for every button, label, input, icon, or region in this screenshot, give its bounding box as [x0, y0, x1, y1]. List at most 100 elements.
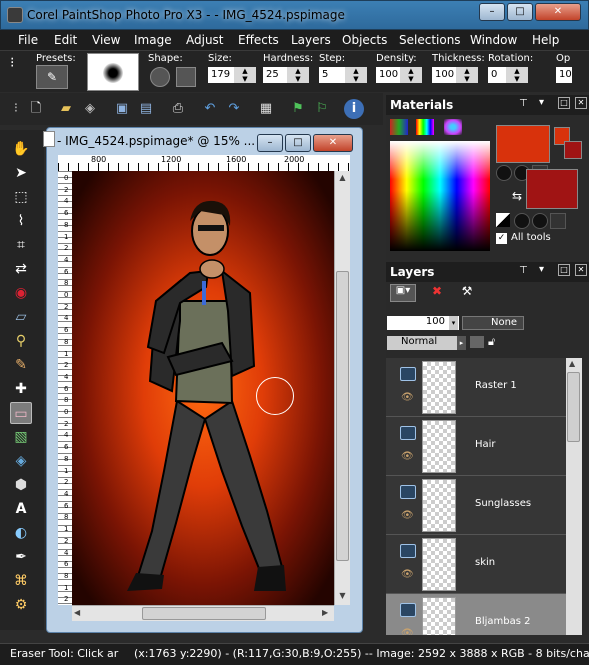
visibility-eye-icon[interactable]: 👁︎ — [401, 569, 414, 580]
density-input[interactable]: 100 — [376, 67, 400, 83]
swap-colors-icon[interactable]: ⇆ — [512, 189, 522, 203]
picture-tube-tool-icon[interactable]: ▧ — [10, 426, 32, 448]
layer-row-bljambas-2[interactable]: 👁︎ Bljambas 2 — [386, 594, 566, 635]
layer-row-sunglasses[interactable]: 👁︎ Sunglasses — [386, 476, 566, 535]
scroll-down-icon[interactable]: ▼ — [337, 591, 348, 601]
square-shape-button[interactable] — [176, 67, 196, 87]
paint-brush-tool-icon[interactable]: ✎ — [10, 354, 32, 376]
all-tools-checkbox[interactable]: ✓ — [496, 233, 507, 244]
help-icon[interactable]: i — [344, 99, 364, 119]
print-icon[interactable]: ⎙ — [168, 99, 188, 119]
rainbow-tab-icon[interactable] — [416, 119, 434, 135]
toolbar-grip-icon[interactable]: ⁝ — [6, 99, 26, 119]
organizer-icon[interactable]: ⚑ — [288, 99, 308, 119]
thickness-spinner[interactable]: ▲ ▼ — [456, 67, 478, 83]
layers-close-icon[interactable]: ✕ — [575, 264, 587, 276]
layers-scroll-thumb[interactable] — [567, 372, 580, 442]
layers-menu-icon[interactable]: ▾ — [539, 264, 544, 275]
color-spectrum[interactable] — [390, 141, 490, 251]
bg-gradient-icon[interactable] — [532, 213, 548, 229]
reset-colors-icon[interactable] — [496, 213, 510, 227]
layer-properties-icon[interactable]: ⚒ — [458, 284, 476, 302]
rotation-input[interactable]: 0 — [488, 67, 506, 83]
text-tool-icon[interactable]: A — [10, 498, 32, 520]
menu-window[interactable]: Window — [470, 33, 517, 47]
save-icon[interactable]: ▣ — [112, 99, 132, 119]
mask-dropdown[interactable]: None — [462, 316, 524, 330]
pan-tool-icon[interactable]: ✋ — [10, 138, 32, 160]
scroll-up-icon[interactable]: ▲ — [337, 173, 348, 183]
redo-icon[interactable]: ↷ — [224, 99, 244, 119]
undo-icon[interactable]: ↶ — [200, 99, 220, 119]
opacity-dropdown-icon[interactable]: ▾ — [449, 316, 458, 330]
layers-pin-icon[interactable]: ⊤ — [519, 265, 528, 276]
eraser-preset-icon[interactable]: ✎ — [36, 65, 68, 89]
visibility-eye-icon[interactable]: 👁︎ — [401, 510, 414, 521]
red-eye-tool-icon[interactable]: ◉ — [10, 282, 32, 304]
doc-minimize-button[interactable]: – — [257, 134, 283, 152]
dropper-tool-icon[interactable]: ⌇ — [10, 210, 32, 232]
scroll-right-icon[interactable]: ▶ — [322, 608, 332, 617]
browse-icon[interactable]: ◈ — [80, 99, 100, 119]
blend-mode-dropdown[interactable]: Normal — [387, 336, 457, 350]
step-input[interactable]: 5 — [319, 67, 345, 83]
palette-menu-icon[interactable]: ▾ — [539, 97, 544, 108]
menu-layers[interactable]: Layers — [291, 33, 331, 47]
visibility-eye-icon[interactable]: 👁︎ — [401, 628, 414, 635]
hardness-input[interactable]: 25 — [263, 67, 287, 83]
eraser-tool-icon[interactable]: ▭ — [10, 402, 32, 424]
dodge-tool-icon[interactable]: ✚ — [10, 378, 32, 400]
share-icon[interactable]: ⚐ — [312, 99, 332, 119]
texture-toggle-icon[interactable] — [496, 165, 512, 181]
warp-brush-tool-icon[interactable]: ⌘ — [10, 570, 32, 592]
open-folder-icon[interactable]: ▰ — [56, 99, 76, 119]
bg-pattern-icon[interactable] — [550, 213, 566, 229]
palette-close-icon[interactable]: ✕ — [575, 97, 587, 109]
clone-tool-icon[interactable]: ⚲ — [10, 330, 32, 352]
layer-row-hair[interactable]: 👁︎ Hair — [386, 417, 566, 476]
color-replacer-tool-icon[interactable]: ⬢ — [10, 474, 32, 496]
background-small-swatch[interactable] — [564, 141, 582, 159]
hardness-spinner[interactable]: ▲ ▼ — [287, 67, 309, 83]
layer-lock-icon[interactable]: 🔓︎ — [488, 335, 495, 349]
maximize-button[interactable]: □ — [507, 3, 533, 21]
palette-restore-icon[interactable]: □ — [558, 97, 570, 109]
screenshot-icon[interactable]: ▦ — [256, 99, 276, 119]
layers-restore-icon[interactable]: □ — [558, 264, 570, 276]
visibility-eye-icon[interactable]: 👁︎ — [401, 451, 414, 462]
horizontal-scroll-thumb[interactable] — [142, 607, 266, 620]
menu-view[interactable]: View — [92, 33, 120, 47]
rotation-spinner[interactable]: ▲ ▼ — [506, 67, 528, 83]
menu-adjust[interactable]: Adjust — [186, 33, 224, 47]
mesh-warp-tool-icon[interactable]: ⚙ — [10, 594, 32, 616]
blend-mode-arrow-icon[interactable]: ▸ — [457, 336, 466, 350]
image-canvas[interactable] — [72, 171, 334, 605]
layer-row-skin[interactable]: 👁︎ skin — [386, 535, 566, 594]
menu-effects[interactable]: Effects — [238, 33, 279, 47]
background-color-swatch[interactable] — [526, 169, 578, 209]
frame-tab-icon[interactable] — [390, 119, 408, 135]
horizontal-scrollbar[interactable]: ◀ ▶ — [72, 605, 334, 621]
delete-layer-icon[interactable]: ✖ — [428, 284, 446, 302]
vertical-scroll-thumb[interactable] — [336, 271, 349, 561]
pick-tool-icon[interactable]: ➤ — [10, 162, 32, 184]
layers-scrollbar[interactable]: ▲ — [566, 358, 582, 635]
round-shape-button[interactable] — [150, 67, 170, 87]
density-spinner[interactable]: ▲ ▼ — [400, 67, 422, 83]
pin-icon[interactable]: ⊤ — [519, 98, 528, 109]
move-tool-icon[interactable]: ⇄ — [10, 258, 32, 280]
menu-selections[interactable]: Selections — [399, 33, 461, 47]
new-file-icon[interactable]: 🗋 — [26, 99, 46, 119]
bg-texture-icon[interactable] — [514, 213, 530, 229]
menu-file[interactable]: File — [18, 33, 38, 47]
layer-lock-group-icon[interactable] — [470, 336, 484, 348]
makeover-tool-icon[interactable]: ▱ — [10, 306, 32, 328]
size-input[interactable]: 179 — [208, 67, 234, 83]
new-layer-icon[interactable]: ▣▾ — [390, 284, 416, 302]
crop-tool-icon[interactable]: ⌗ — [10, 234, 32, 256]
menu-help[interactable]: Help — [532, 33, 559, 47]
thickness-input[interactable]: 100 — [432, 67, 456, 83]
selection-tool-icon[interactable]: ⬚ — [10, 186, 32, 208]
layers-scroll-up-icon[interactable]: ▲ — [569, 359, 575, 368]
save-as-icon[interactable]: ▤ — [136, 99, 156, 119]
